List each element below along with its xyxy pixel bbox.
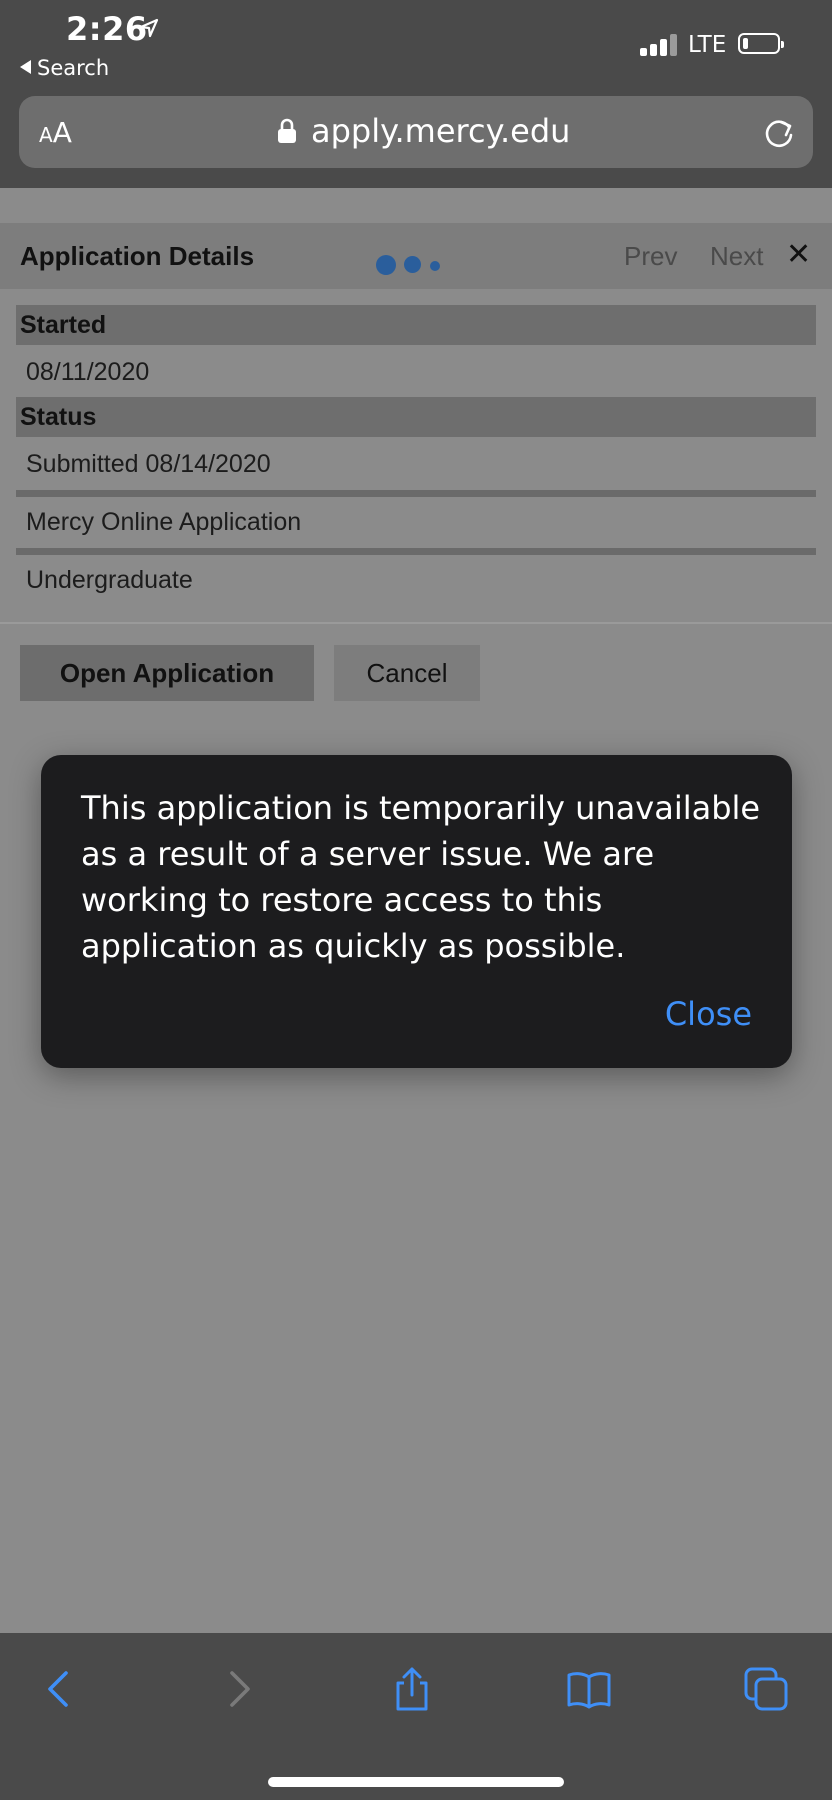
application-level: Undergraduate (26, 566, 193, 594)
browser-toolbar (0, 1633, 832, 1800)
dialog-header: Application Details Prev Next ✕ (0, 223, 832, 289)
application-name: Mercy Online Application (26, 508, 302, 536)
prev-button[interactable]: Prev (624, 241, 677, 272)
alert-message: This application is temporarily unavaila… (81, 789, 761, 965)
next-button[interactable]: Next (710, 241, 763, 272)
status-bar: 2:26 Search LTE (0, 0, 832, 92)
address-bar[interactable]: AA apply.mercy.edu (19, 96, 813, 168)
dialog-title: Application Details (20, 241, 255, 271)
divider (16, 548, 816, 555)
status-header: Status (16, 397, 816, 437)
open-application-button[interactable]: Open Application (20, 645, 314, 701)
url-text: apply.mercy.edu (311, 112, 571, 150)
divider (16, 490, 816, 497)
close-icon[interactable]: ✕ (786, 237, 811, 272)
alert-dialog: This application is temporarily unavaila… (41, 755, 792, 1068)
divider (0, 622, 832, 624)
back-search-label: Search (37, 56, 110, 80)
signal-bars-icon (640, 34, 680, 56)
tabs-icon[interactable] (742, 1665, 790, 1713)
cancel-button[interactable]: Cancel (334, 645, 480, 701)
network-label: LTE (688, 32, 727, 58)
battery-icon (738, 33, 784, 54)
text-size-button[interactable]: AA (39, 116, 72, 149)
text-size-small-label: A (39, 123, 53, 147)
home-indicator[interactable] (268, 1777, 564, 1787)
status-label: Status (20, 403, 97, 431)
alert-close-button[interactable]: Close (665, 995, 752, 1033)
reload-icon[interactable] (762, 116, 796, 150)
status-time: 2:26 (66, 10, 148, 48)
back-triangle-icon (20, 60, 31, 74)
share-icon[interactable] (388, 1665, 436, 1713)
status-value: Submitted 08/14/2020 (26, 450, 271, 478)
text-size-big-label: A (52, 116, 72, 149)
forward-arrow-icon[interactable] (214, 1665, 262, 1713)
started-label: Started (20, 311, 107, 339)
back-to-search[interactable]: Search (20, 56, 109, 80)
started-header: Started (16, 305, 816, 345)
lock-icon (278, 118, 296, 143)
started-value: 08/11/2020 (26, 358, 150, 386)
back-arrow-icon[interactable] (36, 1665, 84, 1713)
location-arrow-icon (139, 18, 159, 38)
bookmarks-icon[interactable] (565, 1665, 613, 1713)
browser-header: AA apply.mercy.edu (0, 92, 832, 188)
